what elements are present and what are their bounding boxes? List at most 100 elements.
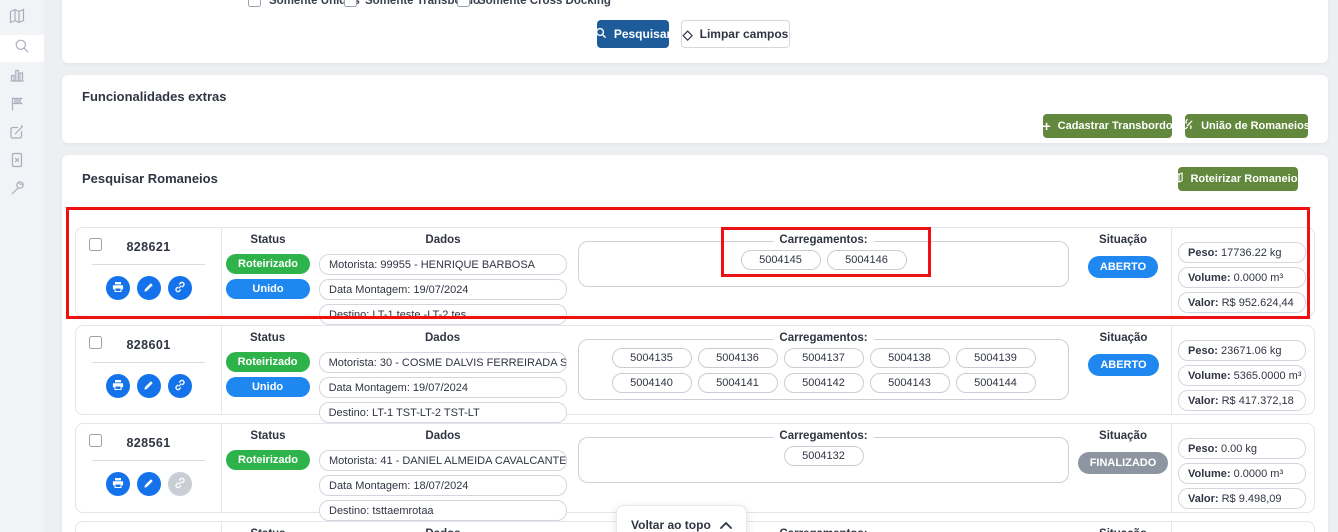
sidebar-item-map[interactable]: [0, 5, 34, 32]
back-to-top-button[interactable]: Voltar ao topo: [616, 505, 747, 532]
status-column: Status RoteirizadoUnido: [222, 326, 314, 414]
carregamento-pill[interactable]: 5004141: [698, 373, 778, 393]
link-icon: [174, 477, 186, 492]
dados-header: Dados: [314, 332, 572, 344]
limpar-label: Limpar campos: [700, 27, 789, 41]
row-checkbox[interactable]: [89, 434, 102, 447]
limpar-campos-button[interactable]: ◇ Limpar campos: [681, 20, 790, 48]
sidebar-item-tools[interactable]: [0, 177, 34, 204]
link-button[interactable]: [168, 374, 192, 398]
back-to-top-label: Voltar ao topo: [631, 518, 711, 532]
status-pills: Roteirizado: [226, 450, 310, 470]
carregamento-pill[interactable]: 5004135: [612, 348, 692, 368]
carregamento-pill[interactable]: 5004138: [870, 348, 950, 368]
carregamento-pill[interactable]: 5004132: [784, 446, 864, 466]
situacao-column: Situação ABERTO: [1075, 326, 1171, 414]
dados-fields: Motorista: 30 - COSME DALVIS FERREIRADA …: [314, 352, 572, 423]
situacao-column: Situação: [1075, 522, 1171, 532]
status-header: Status: [250, 234, 285, 246]
row-checkbox[interactable]: [89, 238, 102, 251]
carregamento-pills: 5004145 5004146: [587, 250, 1060, 270]
carregamento-pill[interactable]: 5004144: [956, 373, 1036, 393]
status-pill: Unido: [226, 377, 310, 397]
carregamentos-header: Carregamentos:: [773, 430, 873, 442]
edit-button[interactable]: [137, 374, 161, 398]
uniao-romaneios-button[interactable]: União de Romaneios: [1185, 114, 1308, 138]
carregamento-pill[interactable]: 5004146: [827, 250, 907, 270]
metrics-column: Peso:17736.22 kg Volume:0.0000 m³ Valor:R$…: [1172, 228, 1314, 316]
dados-field: Destino: tsttaemrotaa: [319, 500, 567, 521]
carregamento-pill[interactable]: 5004139: [956, 348, 1036, 368]
dados-header: Dados: [314, 430, 572, 442]
situacao-header: Situação: [1099, 332, 1147, 344]
edit-button[interactable]: [137, 276, 161, 300]
print-button[interactable]: [106, 374, 130, 398]
status-header: Status: [250, 528, 285, 532]
divider: [92, 264, 205, 265]
metrics-column: [1172, 522, 1314, 532]
sidebar-item-reports[interactable]: [0, 64, 34, 91]
carregamento-pill[interactable]: 5004145: [741, 250, 821, 270]
metric-field: Volume:0.0000 m³: [1178, 267, 1306, 288]
row-actions: [76, 472, 221, 496]
wrench-icon: [9, 180, 25, 201]
dados-field: Data Montagem: 18/07/2024: [319, 475, 567, 496]
carregamento-pill[interactable]: 5004140: [612, 373, 692, 393]
metric-field: Peso:17736.22 kg: [1178, 242, 1306, 263]
plus-icon: +: [1042, 119, 1050, 133]
document-icon: [9, 152, 25, 173]
dados-fields: Motorista: 41 - DANIEL ALMEIDA CAVALCANT…: [314, 450, 572, 521]
sidebar-item-search[interactable]: [0, 35, 44, 62]
checkbox-box[interactable]: [344, 0, 357, 7]
checkbox-somente-cross-docking[interactable]: Somente Cross Docking: [457, 0, 611, 7]
divider: [92, 460, 205, 461]
metric-field: Valor:R$ 952.624,44: [1178, 292, 1306, 313]
dados-field: Motorista: 41 - DANIEL ALMEIDA CAVALCANT…: [319, 450, 567, 471]
checkbox-box[interactable]: [248, 0, 261, 7]
dados-field: Destino: LT-1 TST-LT-2 TST-LT: [319, 402, 567, 423]
pesquisar-button[interactable]: Pesquisar: [597, 20, 669, 48]
roteirizar-label: Roteirizar Romaneios: [1190, 173, 1303, 185]
flag-icon: [9, 96, 25, 117]
carregamentos-box: Carregamentos: 50041455004146: [578, 241, 1069, 287]
print-button[interactable]: [106, 276, 130, 300]
carregamentos-column: Carregamentos: 5004135500413650041375004…: [572, 326, 1076, 414]
checkbox-somente-unidos[interactable]: Somente Unidos: [248, 0, 360, 7]
table-row: 828621 Status RoteirizadoUnido Dados Mot…: [75, 227, 1315, 317]
roteirizar-romaneios-button[interactable]: Roteirizar Romaneios: [1178, 167, 1298, 191]
link-button[interactable]: [168, 276, 192, 300]
print-button[interactable]: [106, 472, 130, 496]
link-icon: [174, 379, 186, 394]
carregamento-pill[interactable]: 5004143: [870, 373, 950, 393]
dados-header: Dados: [314, 234, 572, 246]
dados-header: Dados: [314, 528, 572, 532]
sidebar-item-flags[interactable]: [0, 93, 34, 120]
carregamento-pills: 5004135 5004136 5004137 5004138 5004139 50041…: [587, 348, 1061, 393]
carregamentos-box: Carregamentos: 5004132: [578, 437, 1069, 483]
sidebar-item-edit[interactable]: [0, 121, 34, 148]
row-checkbox[interactable]: [89, 336, 102, 349]
dados-column: Dados Motorista: 99955 - HENRIQUE BARBOS…: [314, 228, 572, 316]
map-icon: [9, 8, 25, 29]
metrics-column: Peso:0.00 kgVolume:0.0000 m³Valor:R$ 9.4…: [1172, 424, 1314, 512]
checkbox-box[interactable]: [457, 0, 470, 7]
edit-button[interactable]: [137, 472, 161, 496]
printer-icon: [112, 379, 124, 394]
row-id-column: [76, 522, 221, 532]
carregamentos-header: Carregamentos:: [773, 332, 873, 344]
situacao-header: Situação: [1099, 234, 1147, 246]
sidebar: [0, 0, 44, 532]
extras-title: Funcionalidades extras: [82, 89, 227, 104]
carregamento-pill[interactable]: 5004137: [784, 348, 864, 368]
carregamento-pill[interactable]: 5004136: [698, 348, 778, 368]
carregamento-pill[interactable]: 5004142: [784, 373, 864, 393]
metric-field: Valor:R$ 9.498,09: [1178, 488, 1306, 509]
status-header: Status: [250, 430, 285, 442]
metric-field: Valor:R$ 417.372,18: [1178, 390, 1306, 411]
cadastrar-transbordo-button[interactable]: + Cadastrar Transbordo: [1043, 114, 1172, 138]
link-button[interactable]: [168, 472, 192, 496]
romaneios-title: Pesquisar Romaneios: [82, 171, 218, 186]
sidebar-item-documents[interactable]: [0, 149, 34, 176]
metrics-column: Peso:23671.06 kgVolume:5365.0000 m³Valor…: [1172, 326, 1314, 414]
eraser-icon: ◇: [683, 28, 693, 41]
